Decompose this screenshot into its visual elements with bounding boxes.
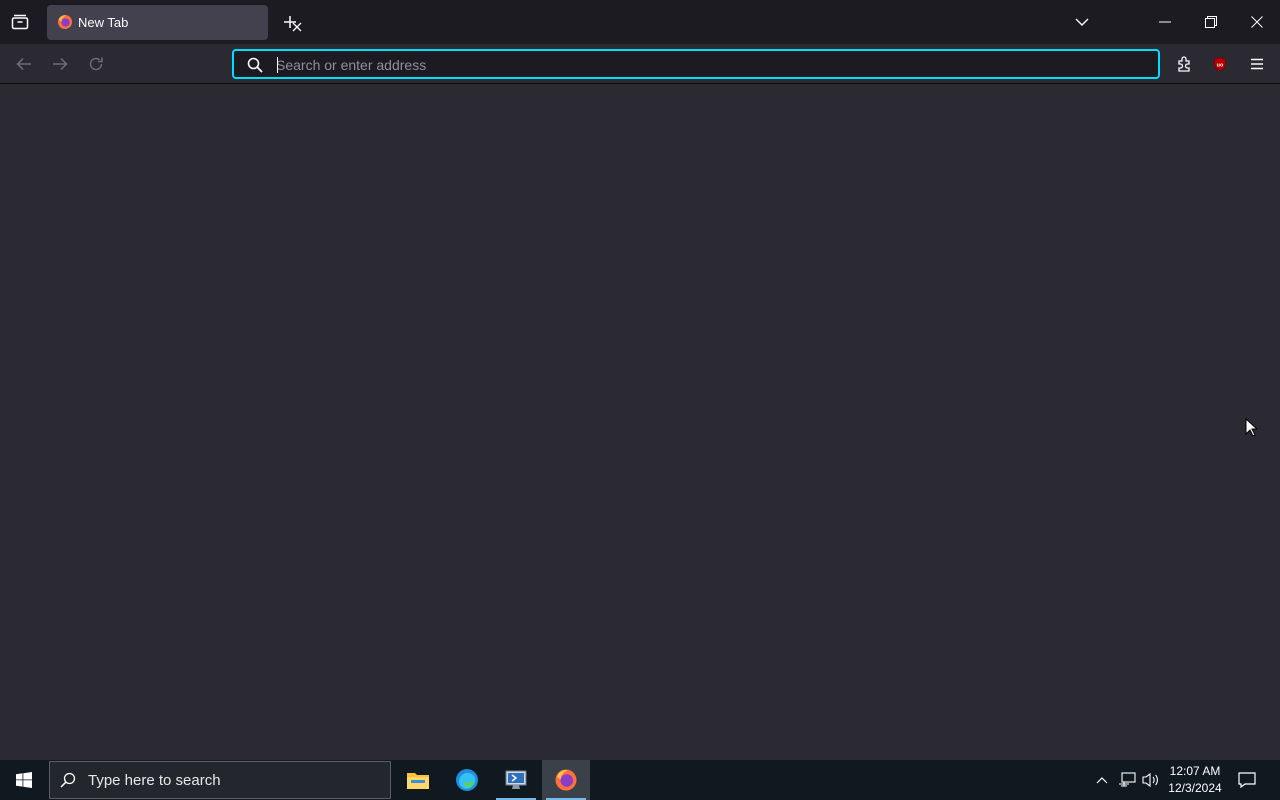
minimize-window-icon[interactable] (1143, 0, 1187, 44)
firefox-favicon-icon (57, 14, 73, 30)
new-tab-plus-icon[interactable] (279, 11, 301, 33)
windows-start-icon[interactable] (0, 760, 48, 800)
clock-time: 12:07 AM (1169, 764, 1221, 778)
microsoft-edge-icon[interactable] (443, 760, 491, 800)
firefox-taskbar-icon[interactable] (542, 760, 590, 800)
taskbar-search-placeholder[interactable]: Type here to search (88, 772, 221, 789)
remote-desktop-icon[interactable] (492, 760, 540, 800)
extensions-icon[interactable] (1172, 52, 1198, 76)
taskbar-clock[interactable]: 12:07 AM 12/3/2024 (1164, 763, 1226, 797)
reload-icon[interactable] (84, 52, 108, 76)
tab-new-tab[interactable]: New Tab (47, 5, 302, 40)
show-hidden-icons-chevron-up-icon[interactable] (1094, 772, 1110, 788)
restore-window-icon[interactable] (1189, 0, 1233, 44)
volume-icon[interactable] (1141, 771, 1161, 789)
text-caret (277, 57, 278, 73)
firefox-view-icon[interactable] (8, 11, 32, 33)
forward-arrow-icon[interactable] (48, 52, 72, 76)
svg-text:uo: uo (1217, 62, 1224, 68)
hamburger-menu-icon[interactable] (1244, 52, 1270, 76)
tab-bar: New Tab (0, 0, 1280, 44)
address-input[interactable] (276, 56, 1136, 74)
search-icon (246, 56, 264, 74)
search-icon (58, 770, 78, 790)
file-explorer-icon[interactable] (394, 760, 442, 800)
clock-date: 12/3/2024 (1168, 781, 1222, 795)
address-bar[interactable] (232, 49, 1160, 79)
action-center-notification-icon[interactable] (1234, 768, 1260, 792)
mouse-pointer-icon (1245, 417, 1259, 442)
tab-title: New Tab (78, 15, 129, 30)
list-all-tabs-chevron-down-icon[interactable] (1070, 11, 1094, 33)
back-arrow-icon[interactable] (12, 52, 36, 76)
close-window-icon[interactable] (1235, 0, 1279, 44)
new-tab-page-content[interactable] (0, 85, 1280, 760)
network-icon[interactable] (1117, 771, 1137, 789)
ublock-origin-icon[interactable]: uo (1207, 52, 1233, 76)
